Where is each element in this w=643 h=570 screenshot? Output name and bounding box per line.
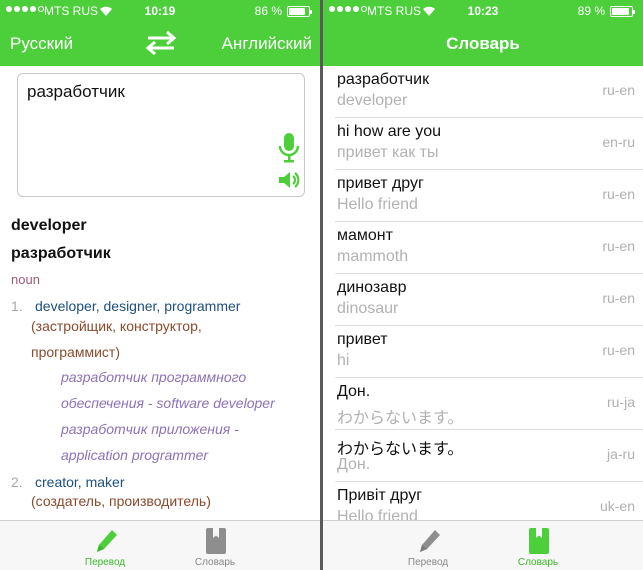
dictionary-entry[interactable]: hi how are you привет как ты en-ru [335, 118, 643, 170]
sense-russian: программист) [31, 344, 120, 360]
page-title: Словарь [446, 34, 520, 53]
source-word: разработчик [11, 245, 111, 262]
target-language-button[interactable]: Английский [222, 34, 312, 54]
entry-source: hi how are you [337, 123, 442, 140]
entry-language-pair: ru-en [602, 186, 635, 202]
entry-translation: mammoth [337, 248, 409, 265]
battery-percent: 86 % [254, 4, 282, 18]
sense-translations[interactable]: creator, maker [35, 474, 124, 490]
entry-translation: dinosaur [337, 300, 399, 317]
swap-arrows-icon[interactable] [142, 30, 180, 56]
part-of-speech: noun [11, 272, 40, 287]
entry-source: динозавр [337, 279, 407, 296]
entry-language-pair: ja-ru [606, 446, 635, 462]
entry-language-pair: ru-en [602, 82, 635, 98]
dictionary-list: разработчик developer ru-en hi how are you п… [323, 66, 643, 534]
status-bar: MTS RUS 10:23 89 % [323, 0, 643, 22]
battery-percent: 89 % [577, 4, 605, 18]
entry-language-pair: uk-en [599, 498, 635, 514]
pencil-icon [97, 530, 117, 552]
sense-number: 2. [11, 474, 23, 490]
entry-source: привет [337, 331, 388, 348]
battery-icon [287, 6, 312, 17]
status-bar: MTS RUS 10:19 86 % [0, 0, 320, 22]
entry-source: Дон. [337, 383, 371, 400]
entry-language-pair: en-ru [602, 134, 635, 150]
entry-language-pair: ru-en [602, 290, 635, 306]
usage-example: application programmer [61, 447, 209, 463]
tab-label: Словарь [194, 557, 236, 568]
entry-source: разработчик [337, 71, 430, 88]
dictionary-entry[interactable]: привет друг Hello friend ru-en [335, 170, 643, 222]
entry-translation: привет как ты [337, 144, 439, 161]
entry-language-pair: ru-en [602, 238, 635, 254]
entry-translation: Hello friend [337, 196, 418, 213]
tab-translate[interactable]: Перевод [50, 521, 160, 570]
dictionary-entry[interactable]: Дон. わからないます。 ru-ja [335, 378, 643, 430]
dictionary-entry[interactable]: мамонт mammoth ru-en [335, 222, 643, 274]
entry-translation: Дон. [337, 456, 371, 473]
entry-translation: hi [337, 352, 350, 369]
entry-source: мамонт [337, 227, 393, 244]
translator-screen: MTS RUS 10:19 86 % Русский Английский ра… [0, 0, 320, 570]
microphone-icon[interactable] [278, 132, 300, 164]
entry-source: Привіт друг [337, 487, 423, 504]
book-icon [529, 528, 549, 554]
sense-number: 1. [11, 298, 23, 314]
source-language-button[interactable]: Русский [10, 34, 73, 54]
entry-translation: developer [337, 92, 408, 109]
sense-russian: (застройщик, конструктор, [31, 318, 202, 334]
entry-source: привет друг [337, 175, 424, 192]
pencil-icon [420, 530, 440, 552]
book-icon [206, 528, 226, 554]
tab-bar: Перевод Словарь [323, 520, 643, 570]
tab-dictionary[interactable]: Словарь [483, 521, 593, 570]
usage-example: разработчик программного [61, 369, 247, 385]
tab-label: Перевод [407, 557, 449, 568]
entry-language-pair: ru-ja [606, 394, 635, 410]
dictionary-screen: MTS RUS 10:23 89 % Словарь разработчик de… [323, 0, 643, 570]
translation-input[interactable]: разработчик [17, 73, 305, 197]
tab-bar: Перевод Словарь [0, 520, 320, 570]
input-value[interactable]: разработчик [27, 82, 125, 102]
dictionary-entry[interactable]: динозавр dinosaur ru-en [335, 274, 643, 326]
battery-icon [610, 6, 635, 17]
sense-translations[interactable]: developer, designer, programmer [35, 298, 240, 314]
sense-russian: (создатель, производитель) [31, 493, 211, 509]
dictionary-entry[interactable]: привет hi ru-en [335, 326, 643, 378]
navigation-bar: Словарь [323, 22, 643, 66]
language-bar: Русский Английский [0, 22, 320, 66]
tab-translate[interactable]: Перевод [373, 521, 483, 570]
dictionary-entry[interactable]: わからないます。 Дон. ja-ru [335, 430, 643, 482]
usage-example: обеспечения - software developer [61, 395, 275, 411]
tab-dictionary[interactable]: Словарь [160, 521, 270, 570]
dictionary-entry[interactable]: разработчик developer ru-en [335, 66, 643, 118]
entry-language-pair: ru-en [602, 342, 635, 358]
entry-translation: わからないます。 [337, 410, 464, 427]
headword: developer [11, 217, 87, 234]
usage-example: разработчик приложения - [61, 421, 239, 437]
tab-label: Словарь [517, 557, 559, 568]
speaker-icon[interactable] [278, 170, 300, 190]
tab-label: Перевод [84, 557, 126, 568]
